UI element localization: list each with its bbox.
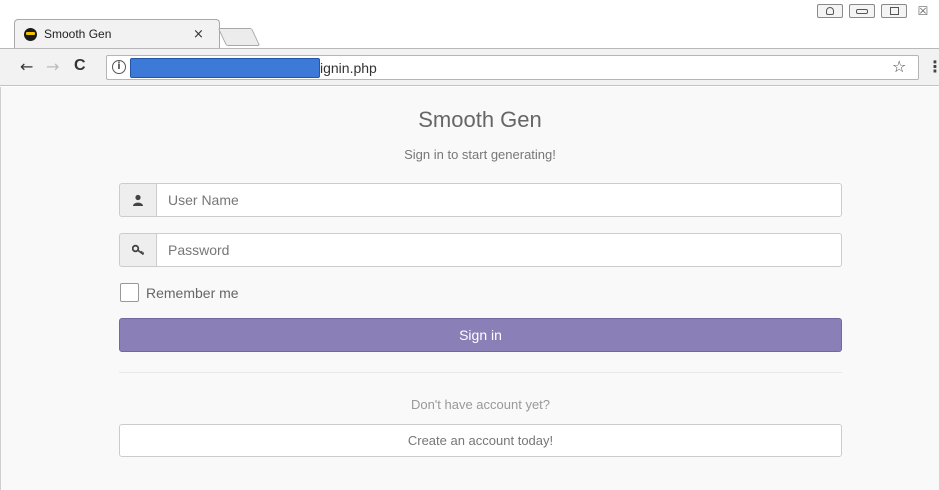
password-group: [119, 233, 842, 267]
remember-me-checkbox[interactable]: [120, 283, 139, 302]
username-addon: [119, 183, 156, 217]
minimize-icon: [856, 8, 868, 14]
maximize-button[interactable]: [881, 4, 907, 18]
site-favicon-icon: [24, 27, 37, 41]
tab-title: Smooth Gen: [44, 27, 112, 41]
create-account-button[interactable]: Create an account today!: [119, 424, 842, 457]
username-input[interactable]: [156, 183, 842, 217]
user-icon: [133, 194, 143, 206]
url-redaction: [130, 58, 320, 78]
window-controls: ☒: [817, 4, 933, 18]
remember-me[interactable]: Remember me: [120, 283, 239, 302]
tab-close-icon[interactable]: ×: [193, 27, 204, 42]
signin-button[interactable]: Sign in: [119, 318, 842, 352]
key-icon: [131, 244, 144, 256]
site-info-icon[interactable]: i: [112, 60, 126, 74]
bookmark-star-icon[interactable]: ☆: [892, 57, 906, 76]
remember-me-label[interactable]: Remember me: [146, 285, 239, 301]
no-account-text: Don't have account yet?: [410, 397, 551, 412]
url-text: ignin.php: [320, 60, 377, 76]
browser-menu-icon[interactable]: ⋮: [927, 57, 939, 76]
username-group: [119, 183, 842, 217]
maximize-icon: [889, 7, 899, 15]
page-title: Smooth Gen: [418, 107, 542, 132]
forward-arrow-icon[interactable]: →: [46, 57, 59, 76]
page-subtitle: Sign in to start generating!: [404, 147, 556, 162]
minimize-button[interactable]: [849, 4, 875, 18]
password-input[interactable]: [156, 233, 842, 267]
profile-button[interactable]: [817, 4, 843, 18]
user-profile-icon: [826, 7, 834, 15]
window-close-button[interactable]: ☒: [913, 4, 933, 18]
reload-icon[interactable]: C: [74, 57, 86, 75]
back-arrow-icon[interactable]: ←: [20, 57, 33, 76]
password-addon: [119, 233, 156, 267]
browser-tab-content: Smooth Gen: [20, 22, 216, 46]
divider: [119, 372, 842, 373]
